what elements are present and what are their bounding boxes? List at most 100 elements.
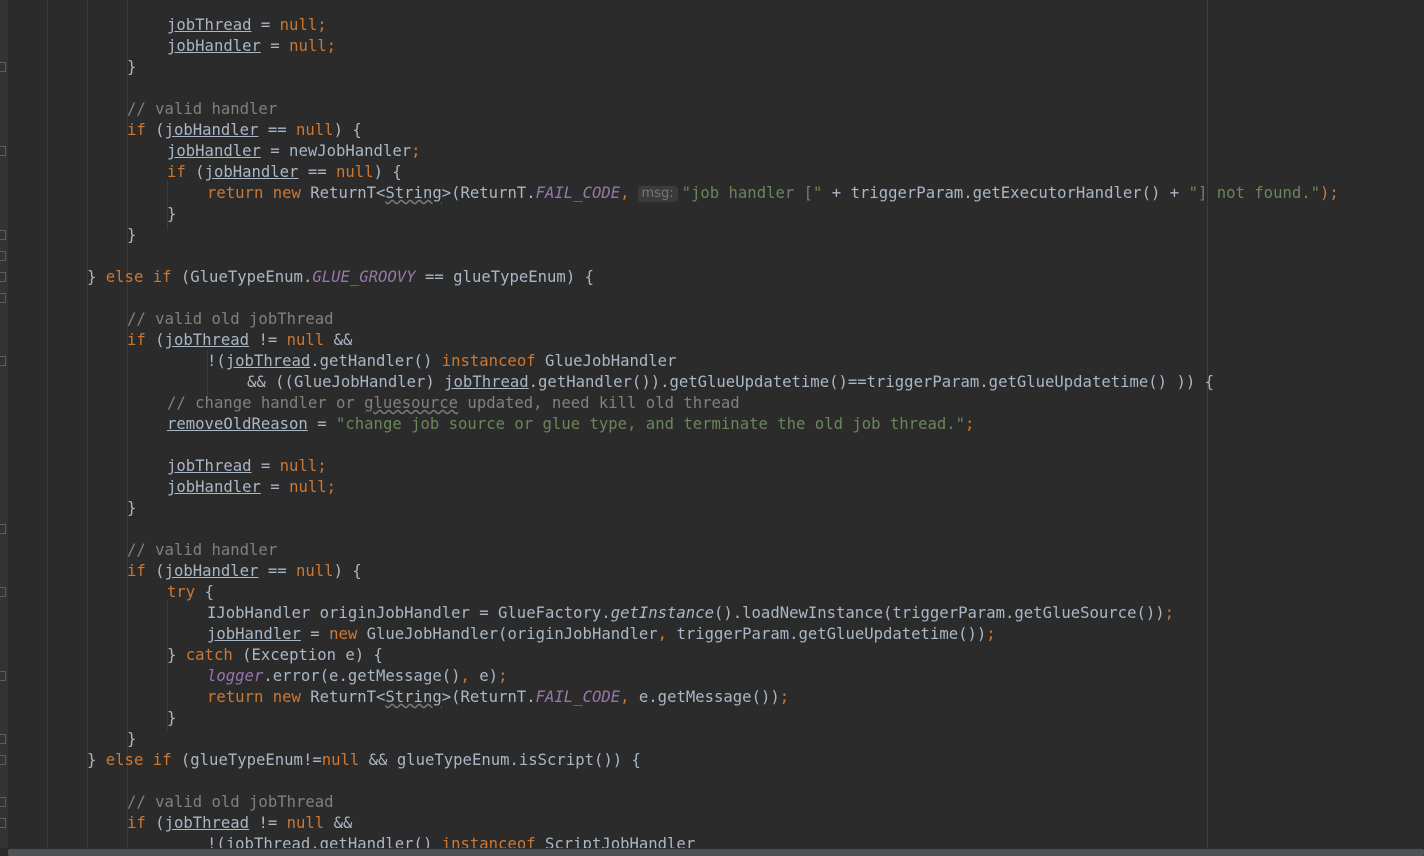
code-token: "change job source or glue type, and ter… (336, 415, 966, 433)
code-token: != (249, 814, 287, 832)
code-token: >(ReturnT. (441, 688, 536, 706)
code-token: ); (1320, 184, 1339, 202)
code-line[interactable]: jobHandler = null; (0, 36, 1424, 57)
code-line[interactable]: jobThread = null; (0, 15, 1424, 36)
code-token: jobThread (167, 16, 252, 34)
code-token: null (336, 163, 374, 181)
code-line[interactable]: jobThread = null; (0, 456, 1424, 477)
code-line[interactable]: } else if (GlueTypeEnum.GLUE_GROOVY == g… (0, 267, 1424, 288)
code-token: , (620, 688, 639, 706)
horizontal-scrollbar[interactable] (0, 848, 1424, 856)
code-line[interactable]: jobHandler = new GlueJobHandler(originJo… (0, 624, 1424, 645)
code-line[interactable] (0, 435, 1424, 456)
code-token: // valid old jobThread (127, 793, 334, 811)
code-token: = (307, 415, 336, 433)
code-token: // valid old jobThread (127, 310, 334, 328)
code-line[interactable]: IJobHandler originJobHandler = GlueFacto… (0, 603, 1424, 624)
code-editor[interactable]: jobThread = null; jobHandler = null;}// v… (0, 0, 1424, 856)
code-token: .error(e.getMessage() (263, 667, 461, 685)
code-line[interactable]: // valid handler (0, 540, 1424, 561)
code-token: if (127, 814, 156, 832)
code-token: jobThread (225, 352, 311, 370)
code-token: return new (207, 688, 311, 706)
code-token: = (260, 478, 290, 496)
code-line[interactable]: removeOldReason = "change job source or … (0, 414, 1424, 435)
code-token: if (127, 331, 156, 349)
code-token: ; (411, 142, 421, 160)
code-line[interactable]: } (0, 729, 1424, 750)
code-token: (glueTypeEnum!= (180, 751, 322, 769)
code-line[interactable]: if (jobThread != null && (0, 813, 1424, 834)
code-token: jobThread (164, 814, 250, 832)
code-token: (GlueTypeEnum. (180, 268, 313, 286)
code-line[interactable]: if (jobHandler == null) { (0, 162, 1424, 183)
code-line[interactable]: try { (0, 582, 1424, 603)
code-token: + triggerParam.getExecutorHandler() + (822, 184, 1189, 202)
code-line[interactable]: } (0, 204, 1424, 225)
code-token: null (296, 562, 334, 580)
code-line[interactable]: if (jobHandler == null) { (0, 120, 1424, 141)
code-token: if (167, 163, 196, 181)
code-token: ReturnT< (310, 184, 386, 202)
code-line[interactable]: } (0, 498, 1424, 519)
code-token: = (251, 457, 280, 475)
code-line[interactable] (0, 519, 1424, 540)
code-token: = newJobHandler (260, 142, 412, 160)
code-line[interactable]: if (jobThread != null && (0, 330, 1424, 351)
code-line[interactable]: // change handler or gluesource updated,… (0, 393, 1424, 414)
code-line[interactable]: } (0, 225, 1424, 246)
code-token: jobHandler (167, 478, 261, 496)
code-token: logger (207, 667, 264, 685)
code-token: ( (155, 814, 165, 832)
code-token: = (260, 37, 290, 55)
code-token: } (87, 751, 106, 769)
code-line[interactable]: } (0, 708, 1424, 729)
code-line[interactable]: return new ReturnT<String>(ReturnT.FAIL_… (0, 183, 1424, 204)
code-line[interactable] (0, 78, 1424, 99)
parameter-hint: msg: (637, 186, 678, 202)
code-token: null (279, 457, 318, 475)
code-token: jobThread (164, 331, 250, 349)
code-line[interactable]: jobHandler = null; (0, 477, 1424, 498)
code-token: catch (185, 646, 243, 664)
code-line[interactable]: jobHandler = newJobHandler; (0, 141, 1424, 162)
code-token: , (460, 667, 480, 685)
scrollbar-thumb[interactable] (8, 849, 1424, 856)
code-line[interactable]: // valid handler (0, 99, 1424, 120)
code-token: } (167, 646, 186, 664)
code-line[interactable]: } (0, 57, 1424, 78)
code-line[interactable]: } else if (glueTypeEnum!=null && glueTyp… (0, 750, 1424, 771)
code-token: ( (155, 121, 165, 139)
code-token: ; (779, 688, 790, 706)
code-token: .getHandler()).getGlueUpdatetime()==trig… (528, 373, 1214, 391)
code-line[interactable]: } catch (Exception e) { (0, 645, 1424, 666)
code-token: null (289, 37, 327, 55)
code-token: ( (155, 331, 165, 349)
code-line[interactable] (0, 288, 1424, 309)
code-token: } (167, 205, 177, 223)
code-line[interactable]: if (jobHandler == null) { (0, 561, 1424, 582)
code-token: // valid handler (127, 100, 278, 118)
code-token: // valid handler (127, 541, 278, 559)
code-line[interactable]: // valid old jobThread (0, 792, 1424, 813)
code-token: = (300, 625, 330, 643)
code-token: else if (105, 268, 181, 286)
code-line[interactable]: !(jobThread.getHandler() instanceof Glue… (0, 351, 1424, 372)
code-token: jobHandler (167, 142, 261, 160)
code-token: jobHandler (167, 37, 261, 55)
code-line[interactable] (0, 771, 1424, 792)
code-token: ) { (373, 163, 402, 181)
code-token: == (258, 121, 297, 139)
code-token: !( (207, 352, 226, 370)
code-token: ( (155, 562, 165, 580)
code-line[interactable]: // valid old jobThread (0, 309, 1424, 330)
code-line[interactable]: logger.error(e.getMessage(), e); (0, 666, 1424, 687)
code-line[interactable]: return new ReturnT<String>(ReturnT.FAIL_… (0, 687, 1424, 708)
code-token: null (296, 121, 334, 139)
code-token: ; (326, 478, 337, 496)
code-token: } (87, 268, 106, 286)
code-token: String (385, 688, 442, 706)
code-token: getInstance (610, 604, 714, 622)
code-line[interactable] (0, 246, 1424, 267)
code-line[interactable]: && ((GlueJobHandler) jobThread.getHandle… (0, 372, 1424, 393)
